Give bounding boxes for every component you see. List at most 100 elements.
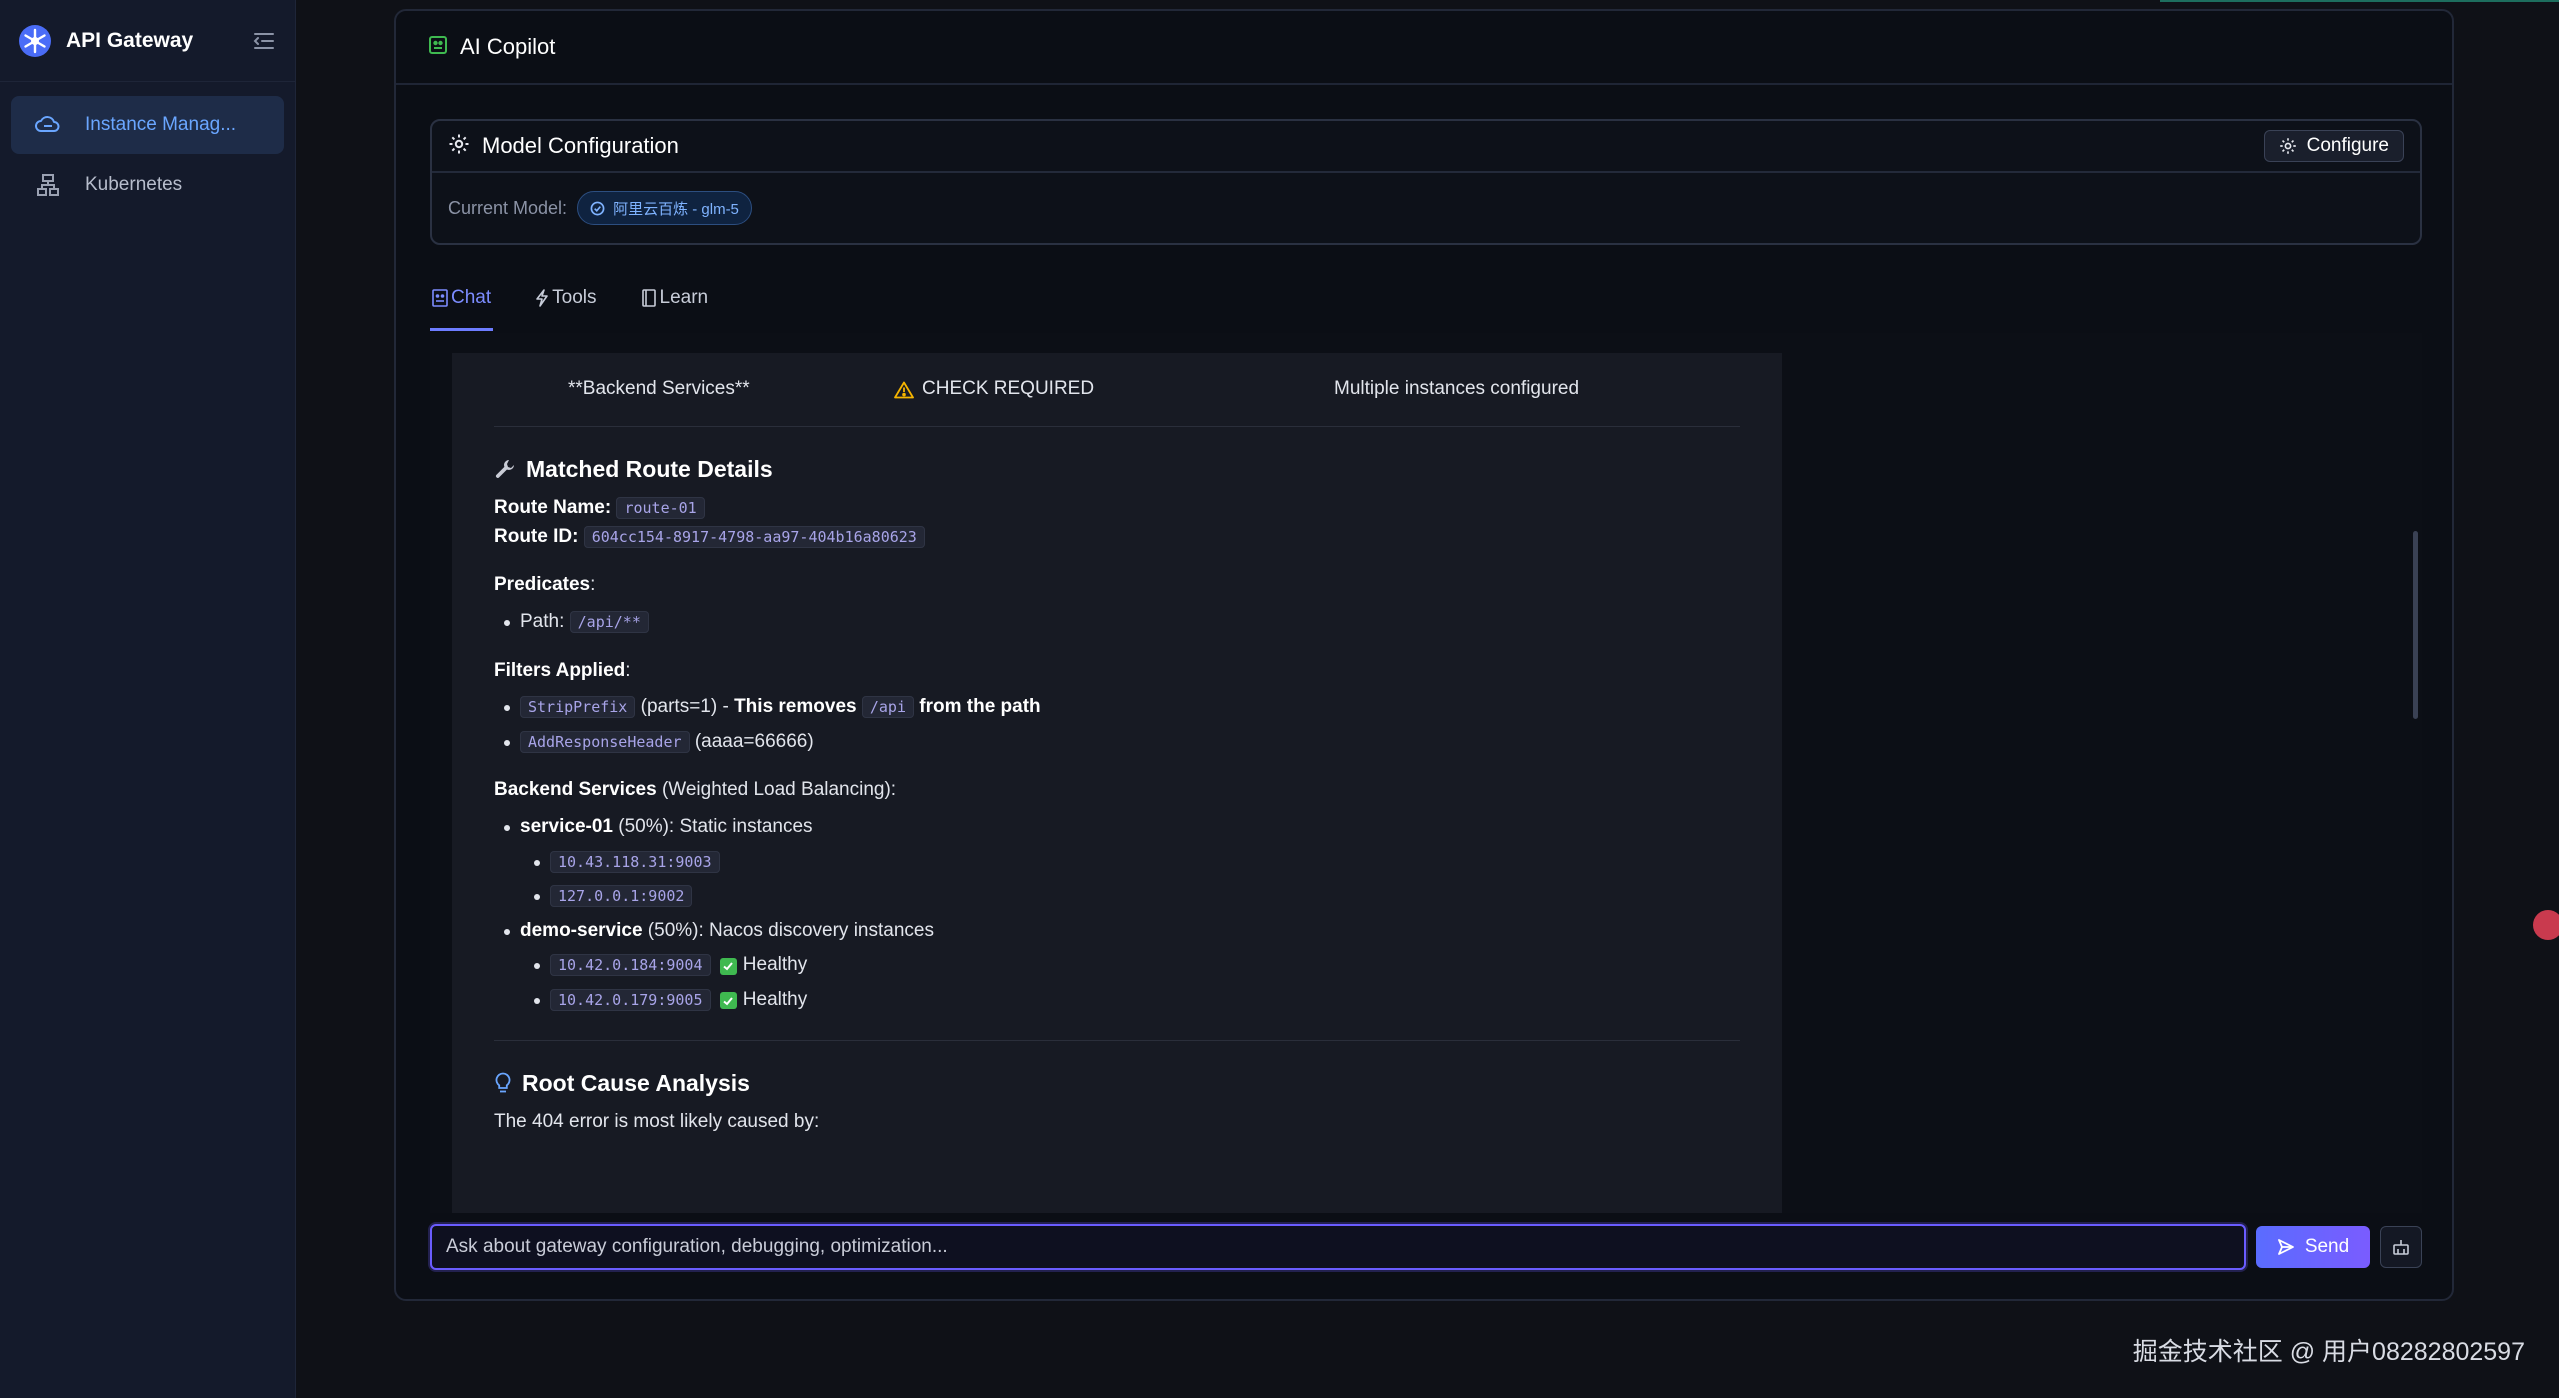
chat-input[interactable] <box>430 1224 2246 1270</box>
tab-label: Chat <box>451 287 492 308</box>
robot-icon <box>428 35 448 60</box>
predicates-list: Path: /api/** <box>494 609 1740 636</box>
sidebar: API Gateway Instance Manag... Kubernetes <box>0 0 296 1398</box>
instance-list: 10.43.118.31:9003 127.0.0.1:9002 <box>520 849 1740 910</box>
tab-chat[interactable]: Chat <box>430 265 494 331</box>
route-id-value: 604cc154-8917-4798-aa97-404b16a80623 <box>583 525 925 548</box>
predicates-label: Predicates <box>494 574 591 596</box>
sidebar-item-kubernetes[interactable]: Kubernetes <box>11 156 284 214</box>
filters-label: Filters Applied <box>494 659 626 681</box>
instance-address: 10.42.0.179:9005 <box>550 988 711 1011</box>
tab-label: Learn <box>659 287 709 308</box>
tab-learn[interactable]: Learn <box>639 265 711 331</box>
section-title: Matched Route Details <box>526 456 773 482</box>
route-details-heading: Matched Route Details <box>494 453 1740 485</box>
services-list: service-01 (50%): Static instances 10.43… <box>494 814 1740 1014</box>
assistant-message: **Backend Services** CHECK REQUIRED Mult… <box>452 353 1782 1213</box>
instance-address: 10.42.0.184:9004 <box>550 954 711 977</box>
health-status: Healthy <box>742 988 808 1010</box>
route-name-label: Route Name: <box>494 497 612 519</box>
clear-chat-button[interactable] <box>2380 1226 2422 1268</box>
table-cell-note: Multiple instances configured <box>1334 378 1580 400</box>
tab-tools[interactable]: Tools <box>533 265 598 331</box>
table-cell-status: CHECK REQUIRED <box>894 376 1334 403</box>
check-mark-icon <box>719 992 737 1010</box>
instance-address: 10.43.118.31:9003 <box>550 850 720 873</box>
configure-label: Configure <box>2306 135 2389 156</box>
list-item: 10.42.0.179:9005 Healthy <box>534 987 1740 1014</box>
service-desc: (50%): Nacos discovery instances <box>647 919 934 941</box>
list-item: 10.43.118.31:9003 <box>534 849 1740 876</box>
collapse-sidebar-icon[interactable] <box>251 28 277 54</box>
check-circle-icon <box>590 201 605 215</box>
broom-icon <box>2393 1240 2409 1255</box>
route-name-value: route-01 <box>616 497 705 520</box>
copilot-tabs: Chat Tools Learn <box>430 265 750 331</box>
current-model-value: 阿里云百炼 - glm-5 <box>613 200 739 218</box>
predicates-label-line: Predicates: <box>494 574 596 596</box>
filter-args: (parts=1) - <box>640 696 735 718</box>
chat-input-row: Send <box>430 1224 2424 1270</box>
filter-code: /api <box>861 696 914 719</box>
root-cause-heading: Root Cause Analysis <box>494 1067 1740 1099</box>
list-item: 127.0.0.1:9002 <box>534 883 1740 910</box>
filter-note-b: from the path <box>919 696 1041 718</box>
gear-icon <box>2279 138 2296 154</box>
chat-messages[interactable]: **Backend Services** CHECK REQUIRED Mult… <box>430 333 2422 1213</box>
health-status: Healthy <box>742 954 808 976</box>
top-accent-line <box>2160 0 2559 2</box>
route-id-line: Route ID: 604cc154-8917-4798-aa97-404b16… <box>494 524 1740 551</box>
backend-label-line: Backend Services (Weighted Load Balancin… <box>494 777 1740 804</box>
instance-list: 10.42.0.184:9004 Healthy 10.42.0.179:900… <box>520 952 1740 1013</box>
send-icon <box>2277 1239 2294 1255</box>
gear-icon <box>448 133 470 160</box>
book-icon <box>641 289 657 307</box>
model-card-body: Current Model: 阿里云百炼 - glm-5 <box>432 173 2420 243</box>
sidebar-item-label: Kubernetes <box>85 174 183 195</box>
service-name: demo-service <box>520 919 643 941</box>
filters-list: StripPrefix (parts=1) - This removes /ap… <box>494 694 1740 755</box>
sidebar-nav: Instance Manag... Kubernetes <box>0 82 295 230</box>
check-mark-icon <box>719 957 737 975</box>
warning-icon <box>894 381 914 398</box>
route-id-label: Route ID: <box>494 525 579 547</box>
brand: API Gateway <box>0 0 295 82</box>
list-item: AddResponseHeader (aaaa=66666) <box>504 729 1740 756</box>
backend-label: Backend Services <box>494 779 657 801</box>
list-item: StripPrefix (parts=1) - This removes /ap… <box>504 694 1740 721</box>
backend-note: (Weighted Load Balancing): <box>661 779 897 801</box>
send-label: Send <box>2304 1236 2350 1257</box>
lightbulb-icon <box>494 1072 512 1094</box>
ai-copilot-panel: AI Copilot Model Configuration Configure… <box>394 9 2454 1301</box>
cluster-icon <box>35 172 61 198</box>
route-name-line: Route Name: route-01 <box>494 495 1740 522</box>
model-config-title: Model Configuration <box>482 133 679 158</box>
service-desc: (50%): Static instances <box>618 815 813 837</box>
current-model-label: Current Model: <box>448 197 568 218</box>
panel-header: AI Copilot <box>396 11 2452 85</box>
list-item: Path: /api/** <box>504 609 1740 636</box>
filter-name: AddResponseHeader <box>520 730 690 753</box>
send-button[interactable]: Send <box>2256 1226 2370 1268</box>
list-item: demo-service (50%): Nacos discovery inst… <box>504 918 1740 1014</box>
table-row: **Backend Services** CHECK REQUIRED Mult… <box>494 353 1740 427</box>
wrench-icon <box>494 458 516 480</box>
app-title: API Gateway <box>66 28 194 52</box>
watermark: 掘金技术社区 @ 用户08282802597 <box>2132 1338 2525 1366</box>
filter-args: (aaaa=66666) <box>694 730 814 752</box>
sidebar-item-instance-management[interactable]: Instance Manag... <box>11 96 284 154</box>
floating-assistant-button[interactable] <box>2533 910 2559 940</box>
path-label: Path: <box>520 610 565 632</box>
model-configuration-card: Model Configuration Configure Current Mo… <box>430 119 2422 245</box>
instance-address: 127.0.0.1:9002 <box>550 885 693 908</box>
list-item: service-01 (50%): Static instances 10.43… <box>504 814 1740 910</box>
chat-scrollbar[interactable] <box>2413 531 2418 719</box>
list-item: 10.42.0.184:9004 Healthy <box>534 952 1740 979</box>
tab-label: Tools <box>552 287 597 308</box>
current-model-tag: 阿里云百炼 - glm-5 <box>577 191 752 225</box>
section-title: Root Cause Analysis <box>522 1069 750 1096</box>
filters-label-line: Filters Applied: <box>494 659 631 681</box>
panel-title: AI Copilot <box>460 34 556 59</box>
app-logo-icon <box>18 24 52 58</box>
configure-button[interactable]: Configure <box>2263 130 2404 162</box>
